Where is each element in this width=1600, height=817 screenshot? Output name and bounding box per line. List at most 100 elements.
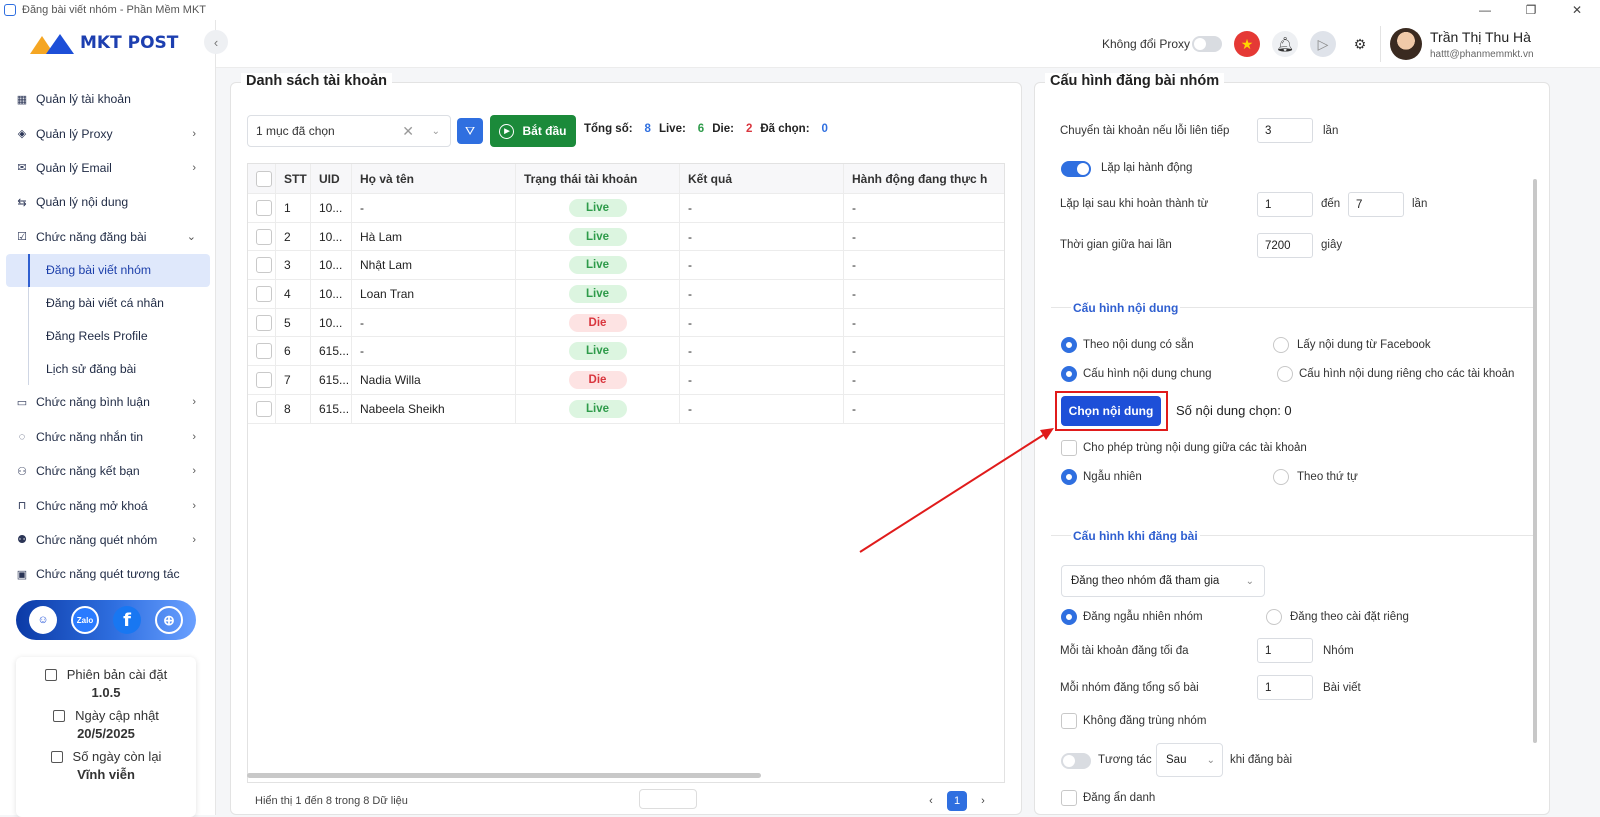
zalo-icon[interactable]: Zalo bbox=[71, 606, 99, 634]
play-icon[interactable]: ▷ bbox=[1310, 31, 1336, 57]
row-checkbox[interactable] bbox=[256, 371, 272, 388]
table-row[interactable]: 8 615... Nabeela Sheikh Live - - bbox=[248, 394, 1004, 424]
radio-random[interactable] bbox=[1061, 469, 1077, 485]
row-checkbox[interactable] bbox=[256, 400, 272, 417]
minimize-button[interactable]: — bbox=[1462, 0, 1508, 20]
sidebar-subitem-reels[interactable]: Đăng Reels Profile bbox=[6, 319, 210, 353]
sidebar-item-messages[interactable]: ◌ Chức năng nhắn tin › bbox=[6, 420, 210, 454]
no-duplicate-group-checkbox[interactable] bbox=[1061, 713, 1077, 729]
sidebar-item-label: Chức năng quét tương tác bbox=[36, 567, 180, 582]
table-cell: Nhật Lam bbox=[360, 258, 413, 273]
radio-existing-content[interactable] bbox=[1061, 337, 1077, 353]
support-icon[interactable]: ☺ bbox=[29, 606, 57, 634]
max-per-account-input[interactable]: 1 bbox=[1257, 638, 1313, 663]
proxy-toggle[interactable] bbox=[1192, 36, 1222, 52]
divider bbox=[1380, 26, 1381, 62]
page-size-select[interactable] bbox=[639, 789, 697, 809]
page-button[interactable]: 1 bbox=[947, 791, 967, 811]
sidebar-item-accounts[interactable]: ▦ Quản lý tài khoản bbox=[6, 82, 210, 116]
table-row[interactable]: 1 10... - Live - - bbox=[248, 194, 1004, 223]
config-title: Cấu hình đăng bài nhóm bbox=[1045, 73, 1225, 89]
row-checkbox[interactable] bbox=[256, 285, 272, 302]
days-left-value: Vĩnh viễn bbox=[77, 767, 135, 782]
interval-input[interactable]: 7200 bbox=[1257, 233, 1313, 258]
radio-facebook-content[interactable] bbox=[1273, 337, 1289, 353]
existing-content-label: Theo nội dung có sẵn bbox=[1083, 339, 1194, 351]
sidebar-item-friends[interactable]: ⚇ Chức năng kết bạn › bbox=[6, 454, 210, 488]
avatar[interactable] bbox=[1390, 28, 1422, 60]
row-checkbox[interactable] bbox=[256, 228, 272, 245]
radio-random-group[interactable] bbox=[1061, 609, 1077, 625]
radio-custom-setting[interactable] bbox=[1266, 609, 1282, 625]
sidebar-item-content[interactable]: ⇆ Quản lý nội dung bbox=[6, 185, 210, 219]
sidebar-subitem-group-post[interactable]: Đăng bài viết nhóm bbox=[6, 253, 210, 287]
table-row[interactable]: 7 615... Nadia Willa Die - - bbox=[248, 366, 1004, 395]
table-cell: Nadia Willa bbox=[360, 372, 421, 387]
sidebar-item-scan-interactions[interactable]: ▣ Chức năng quét tương tác bbox=[6, 557, 210, 591]
interact-timing-select[interactable]: Sau ⌄ bbox=[1156, 743, 1223, 777]
accounts-title: Danh sách tài khoản bbox=[241, 73, 393, 89]
row-checkbox[interactable] bbox=[256, 257, 272, 274]
facebook-icon[interactable]: f bbox=[113, 606, 141, 634]
posts-per-group-input[interactable]: 1 bbox=[1257, 675, 1313, 700]
start-button[interactable]: ▶ Bắt đầu bbox=[490, 115, 576, 147]
table-row[interactable]: 2 10... Hà Lam Live - - bbox=[248, 222, 1004, 252]
column-header: Họ và tên bbox=[360, 171, 415, 186]
vertical-scrollbar[interactable] bbox=[1533, 179, 1537, 743]
radio-in-order[interactable] bbox=[1273, 469, 1289, 485]
radio-separate-content[interactable] bbox=[1277, 366, 1293, 382]
row-checkbox[interactable] bbox=[256, 314, 272, 331]
repeat-to-input[interactable]: 7 bbox=[1348, 192, 1404, 217]
repeat-from-input[interactable]: 1 bbox=[1257, 192, 1313, 217]
close-button[interactable]: ✕ bbox=[1554, 0, 1600, 20]
collapse-sidebar-button[interactable]: ‹ bbox=[204, 30, 228, 54]
interact-suffix: khi đăng bài bbox=[1230, 754, 1293, 766]
select-all-checkbox[interactable] bbox=[256, 170, 272, 187]
sidebar-item-comments[interactable]: ▭ Chức năng bình luận › bbox=[6, 385, 210, 419]
radio-common-content[interactable] bbox=[1061, 366, 1077, 382]
interact-toggle[interactable] bbox=[1061, 753, 1091, 769]
bell-icon[interactable]: 🔔︎ bbox=[1272, 31, 1298, 57]
clear-icon[interactable]: ✕ bbox=[402, 123, 414, 140]
repeat-toggle[interactable] bbox=[1061, 161, 1091, 177]
anonymous-checkbox[interactable] bbox=[1061, 790, 1077, 806]
sidebar-item-scan-groups[interactable]: ⚉ Chức năng quét nhóm › bbox=[6, 523, 210, 557]
vietnam-flag-icon[interactable]: ★ bbox=[1234, 31, 1260, 57]
globe-icon[interactable]: ⊕ bbox=[155, 606, 183, 634]
column-header: Kết quả bbox=[688, 171, 733, 186]
account-select[interactable]: 1 mục đã chọn ✕ ⌄ bbox=[247, 115, 451, 147]
no-duplicate-group-label: Không đăng trùng nhóm bbox=[1083, 715, 1207, 727]
total-count: 8 bbox=[644, 123, 651, 135]
sidebar-subitem-history[interactable]: Lịch sử đăng bài bbox=[6, 352, 210, 385]
chat-icon: ◌ bbox=[18, 430, 26, 443]
switch-account-input[interactable]: 3 bbox=[1257, 118, 1313, 143]
table-cell: 615... bbox=[319, 344, 350, 359]
table-cell: - bbox=[852, 372, 856, 387]
prev-page-button[interactable]: ‹ bbox=[921, 791, 941, 811]
restore-button[interactable]: ❐ bbox=[1508, 0, 1554, 20]
table-row[interactable]: 6 615... - Live - - bbox=[248, 337, 1004, 367]
sidebar-subitem-label: Đăng bài viết cá nhân bbox=[46, 296, 164, 311]
sidebar-subitem-label: Đăng bài viết nhóm bbox=[46, 263, 152, 278]
table-row[interactable]: 4 10... Loan Tran Live - - bbox=[248, 280, 1004, 309]
sidebar-item-email[interactable]: ✉ Quản lý Email › bbox=[6, 151, 210, 185]
table-cell: 6 bbox=[284, 344, 291, 359]
next-page-button[interactable]: › bbox=[973, 791, 993, 811]
repeat-label: Lặp lại hành động bbox=[1101, 162, 1193, 174]
sidebar-item-posting[interactable]: ☑ Chức năng đăng bài ⌄ bbox=[6, 220, 210, 254]
sidebar-item-proxy[interactable]: ◈ Quản lý Proxy › bbox=[6, 116, 210, 150]
gear-icon[interactable]: ⚙ bbox=[1347, 31, 1373, 57]
horizontal-scrollbar[interactable] bbox=[247, 773, 761, 778]
table-cell: 5 bbox=[284, 315, 291, 330]
filter-clear-button[interactable]: ⛛ bbox=[457, 118, 483, 144]
allow-duplicate-checkbox[interactable] bbox=[1061, 440, 1077, 456]
sidebar-subitem-personal-post[interactable]: Đăng bài viết cá nhân bbox=[6, 286, 210, 320]
sidebar-item-label: Quản lý Email bbox=[36, 160, 112, 175]
table-row[interactable]: 3 10... Nhật Lam Live - - bbox=[248, 251, 1004, 281]
post-mode-select[interactable]: Đăng theo nhóm đã tham gia ⌄ bbox=[1061, 565, 1265, 597]
row-checkbox[interactable] bbox=[256, 343, 272, 360]
sidebar-item-unlock[interactable]: ⊓ Chức năng mở khoá › bbox=[6, 488, 210, 522]
row-checkbox[interactable] bbox=[256, 199, 272, 216]
table-row[interactable]: 5 10... - Die - - bbox=[248, 308, 1004, 338]
account-select-value: 1 mục đã chọn bbox=[256, 124, 335, 138]
